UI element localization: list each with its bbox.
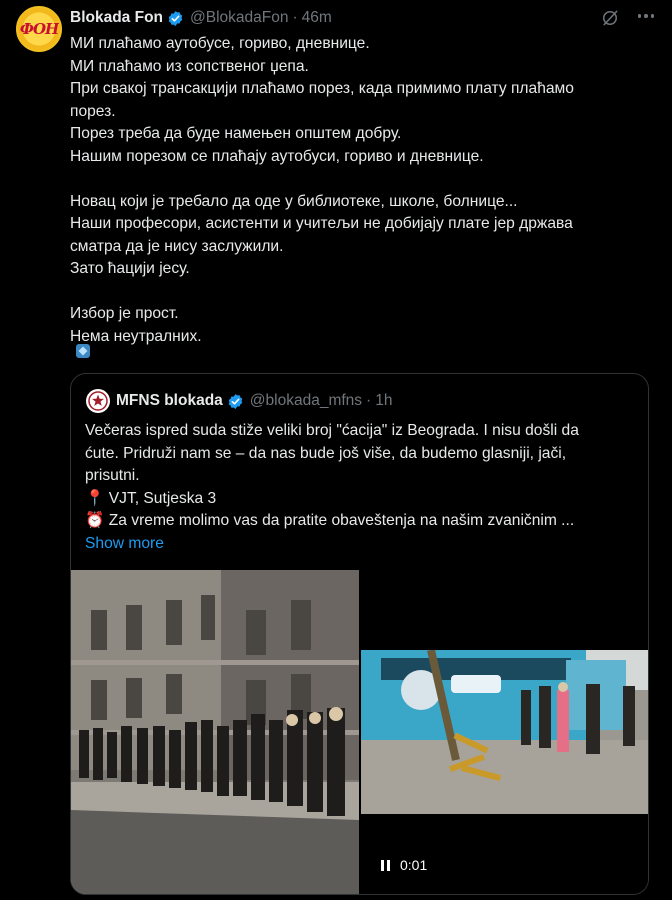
quoted-handle[interactable]: @blokada_mfns [250,392,362,410]
tweet-text-line: порез. [70,102,116,120]
quoted-text-line: 📍 VJT, Sutjeska 3 [85,489,217,507]
quoted-header: MFNS blokada @blokada_mfns · 1h [116,391,392,411]
tweet-text-line: МИ плаћамо из сопственог џепа. [70,57,309,75]
diamond-emoji-icon [76,344,90,358]
tweet[interactable]: ФОН Blokada Fon @BlokadaFon · 46m МИ пла… [0,0,672,900]
more-options-icon[interactable] [634,6,658,26]
quoted-display-name[interactable]: MFNS blokada [116,392,223,410]
show-more-link[interactable]: Show more [85,533,635,556]
tweet-text-line: Новац који је требало да оде у библиотек… [70,192,518,210]
tweet-text: МИ плаћамо аутобусе, гориво, дневнице. М… [70,33,660,348]
grok-icon[interactable] [600,8,620,28]
quoted-timestamp[interactable]: 1h [375,392,392,410]
quoted-text-line: prisutni. [85,467,140,485]
tweet-text-line: Зато ћацији јесу. [70,260,190,277]
tweet-header: Blokada Fon @BlokadaFon · 46m [70,8,332,28]
quoted-avatar[interactable] [86,389,110,413]
handle[interactable]: @BlokadaFon [190,9,288,27]
avatar[interactable]: ФОН [16,6,62,52]
tweet-text-line: МИ плаћамо аутобусе, гориво, дневнице. [70,35,370,52]
tweet-text-line: Нашим порезом се плаћају аутобуси, горив… [70,147,484,165]
tweet-text-line: Избор је прост. [70,305,179,322]
quoted-text: Večeras ispred suda stiže veliki broj "ć… [85,420,635,556]
tweet-text-line: Наши професори, асистенти и учитељи не д… [70,215,573,232]
verified-badge-icon[interactable] [227,393,244,410]
star-emblem-icon [88,391,108,411]
tweet-text-line: сматра да је нису заслужили. [70,237,284,255]
quoted-tweet[interactable]: MFNS blokada @blokada_mfns · 1h Večeras … [70,373,649,895]
media-grid: 0:01 [71,570,649,895]
separator-dot: · [292,9,298,26]
display-name[interactable]: Blokada Fon [70,9,163,27]
quoted-text-line: ⏰ Za vreme molimo vas da pratite obavešt… [85,512,575,530]
video-controls[interactable]: 0:01 [381,857,427,873]
separator-dot: · [366,392,372,409]
tweet-text-line [70,168,660,191]
tweet-text-line [70,281,660,304]
crowd-photo[interactable] [71,570,359,895]
tweet-text-line: При свакој трансакцији плаћамо порез, ка… [70,80,574,97]
timestamp[interactable]: 46m [302,9,332,27]
pause-icon[interactable] [381,859,390,871]
quoted-text-line: ćute. Pridruži nam se – da nas bude još … [85,444,567,462]
bus-video-thumbnail[interactable] [361,650,649,814]
tweet-text-line: Нема неутралних. [70,327,202,345]
verified-badge-icon[interactable] [167,10,184,27]
quoted-text-line: Večeras ispred suda stiže veliki broj "ć… [85,422,579,439]
tweet-text-line: Порез треба да буде намењен општем добру… [70,125,402,142]
avatar-logo-text: ФОН [19,20,59,38]
video-timestamp: 0:01 [400,857,428,873]
